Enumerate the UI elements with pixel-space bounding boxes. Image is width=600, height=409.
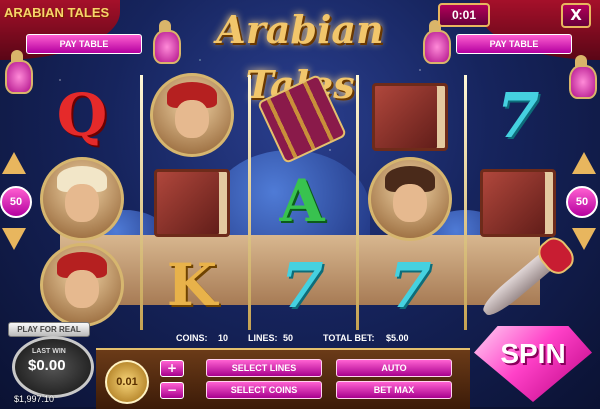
- lantern-icon: [2, 50, 33, 96]
- select-lines-button[interactable]: SELECT LINES: [206, 359, 322, 377]
- lines-up-arrow-right[interactable]: [572, 152, 596, 174]
- lines-label: LINES:: [248, 333, 278, 343]
- balance-value: $1,997.10: [14, 394, 55, 404]
- brand-logo: ARABIAN TALES: [4, 5, 110, 20]
- symbol-q: Q: [56, 81, 108, 149]
- total-bet-value: $5.00: [386, 333, 409, 343]
- balance-box: PLAY FOR REAL LAST WIN $0.00 $1,997.10: [8, 322, 96, 407]
- last-win-label: LAST WIN: [32, 348, 66, 355]
- symbol-book: [472, 164, 564, 242]
- symbol-k: K: [166, 251, 218, 319]
- select-coins-button[interactable]: SELECT COINS: [206, 381, 322, 399]
- control-panel: 0.01 + − SELECT LINES SELECT COINS AUTO …: [96, 348, 470, 409]
- symbol-pirate: [36, 243, 128, 327]
- symbol-seven: 7: [280, 248, 324, 322]
- symbol-pirate-sword: [146, 73, 238, 157]
- symbol-princess: [364, 157, 456, 241]
- lines-down-arrow-right[interactable]: [572, 228, 596, 250]
- symbol-dagger: [472, 246, 564, 324]
- pirate-portrait: [150, 73, 234, 157]
- reel-3: A 7: [250, 70, 354, 330]
- total-bet-label: TOTAL BET:: [323, 333, 375, 343]
- magic-carpet-icon: [256, 73, 348, 165]
- symbol-carpet: [256, 73, 348, 165]
- coin-minus-button[interactable]: −: [160, 382, 184, 399]
- auto-button[interactable]: AUTO: [336, 359, 452, 377]
- reels-area: Q K A 7 7 7: [30, 70, 570, 330]
- book-icon: [154, 169, 230, 237]
- coin-value-chip[interactable]: 0.01: [105, 360, 149, 404]
- princess-portrait: [368, 157, 452, 241]
- reel-1: Q: [30, 70, 134, 330]
- dagger-icon: [478, 249, 558, 321]
- coins-label: COINS:: [176, 333, 208, 343]
- lines-badge-left: 50: [0, 186, 32, 218]
- symbol-a: A: [279, 167, 325, 235]
- reel-5: 7: [466, 70, 570, 330]
- play-for-real-button[interactable]: PLAY FOR REAL: [8, 322, 90, 337]
- close-button[interactable]: X: [561, 3, 591, 28]
- symbol-book: [146, 164, 238, 242]
- wise-man-portrait: [40, 157, 124, 241]
- coin-plus-button[interactable]: +: [160, 360, 184, 377]
- symbol-book: [364, 78, 456, 156]
- lines-badge-right: 50: [566, 186, 598, 218]
- bet-max-button[interactable]: BET MAX: [336, 381, 452, 399]
- book-icon: [372, 83, 448, 151]
- pirate-portrait: [40, 243, 124, 327]
- session-timer: 0:01: [438, 3, 490, 27]
- symbol-wise-man: [36, 157, 128, 241]
- reel-4: 7: [358, 70, 462, 330]
- spin-label: SPIN: [500, 338, 566, 369]
- symbol-seven: 7: [388, 248, 432, 322]
- coins-value: 10: [218, 333, 229, 343]
- lines-down-arrow-left[interactable]: [2, 228, 26, 250]
- lantern-icon: [566, 55, 597, 101]
- symbol-seven: 7: [496, 78, 540, 152]
- bet-info-bar: COINS: 10 LINES: 50 TOTAL BET: $5.00: [98, 333, 468, 347]
- pay-table-button-right[interactable]: PAY TABLE: [456, 34, 572, 54]
- reel-2: K: [140, 70, 244, 330]
- game-title: Arabian Tales: [216, 7, 384, 107]
- last-win-value: $0.00: [28, 357, 66, 374]
- lines-up-arrow-left[interactable]: [2, 152, 26, 174]
- book-icon: [480, 169, 556, 237]
- lines-value: 50: [283, 333, 294, 343]
- pay-table-button-left[interactable]: PAY TABLE: [26, 34, 142, 54]
